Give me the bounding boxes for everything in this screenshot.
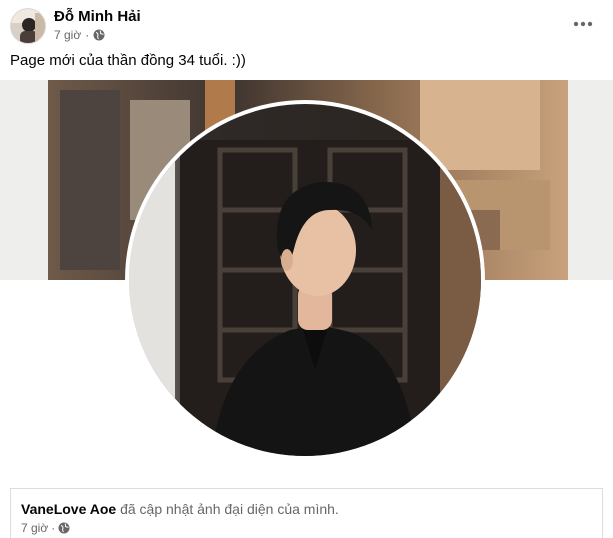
page-name-link[interactable]: VaneLove Aoe xyxy=(21,501,116,517)
post-text: Page mới của thần đồng 34 tuổi. :)) xyxy=(10,52,246,69)
post-time[interactable]: 7 giờ xyxy=(54,28,81,42)
cover-and-profile-image xyxy=(0,80,613,486)
more-options-button[interactable] xyxy=(569,10,597,38)
globe-icon[interactable] xyxy=(93,29,105,41)
shared-post-line: VaneLove Aoe đã cập nhật ảnh đại diện củ… xyxy=(21,501,339,517)
meta-separator: · xyxy=(85,28,90,42)
post-header: Đỗ Minh Hải 7 giờ · xyxy=(0,0,613,48)
globe-icon[interactable] xyxy=(58,522,70,534)
shared-post-meta: 7 giờ · xyxy=(21,521,70,535)
shared-meta-separator: · xyxy=(51,521,56,535)
author-name[interactable]: Đỗ Minh Hải xyxy=(54,8,141,25)
author-avatar[interactable] xyxy=(10,8,46,44)
avatar-photo xyxy=(11,9,45,43)
more-options-icon xyxy=(573,21,593,27)
post-meta: 7 giờ · xyxy=(54,28,105,42)
profile-photo-update[interactable] xyxy=(0,80,613,486)
shared-post-time[interactable]: 7 giờ xyxy=(21,521,48,535)
shared-post-card[interactable]: VaneLove Aoe đã cập nhật ảnh đại diện củ… xyxy=(10,488,603,538)
shared-action-text: đã cập nhật ảnh đại diện của mình. xyxy=(116,501,339,517)
